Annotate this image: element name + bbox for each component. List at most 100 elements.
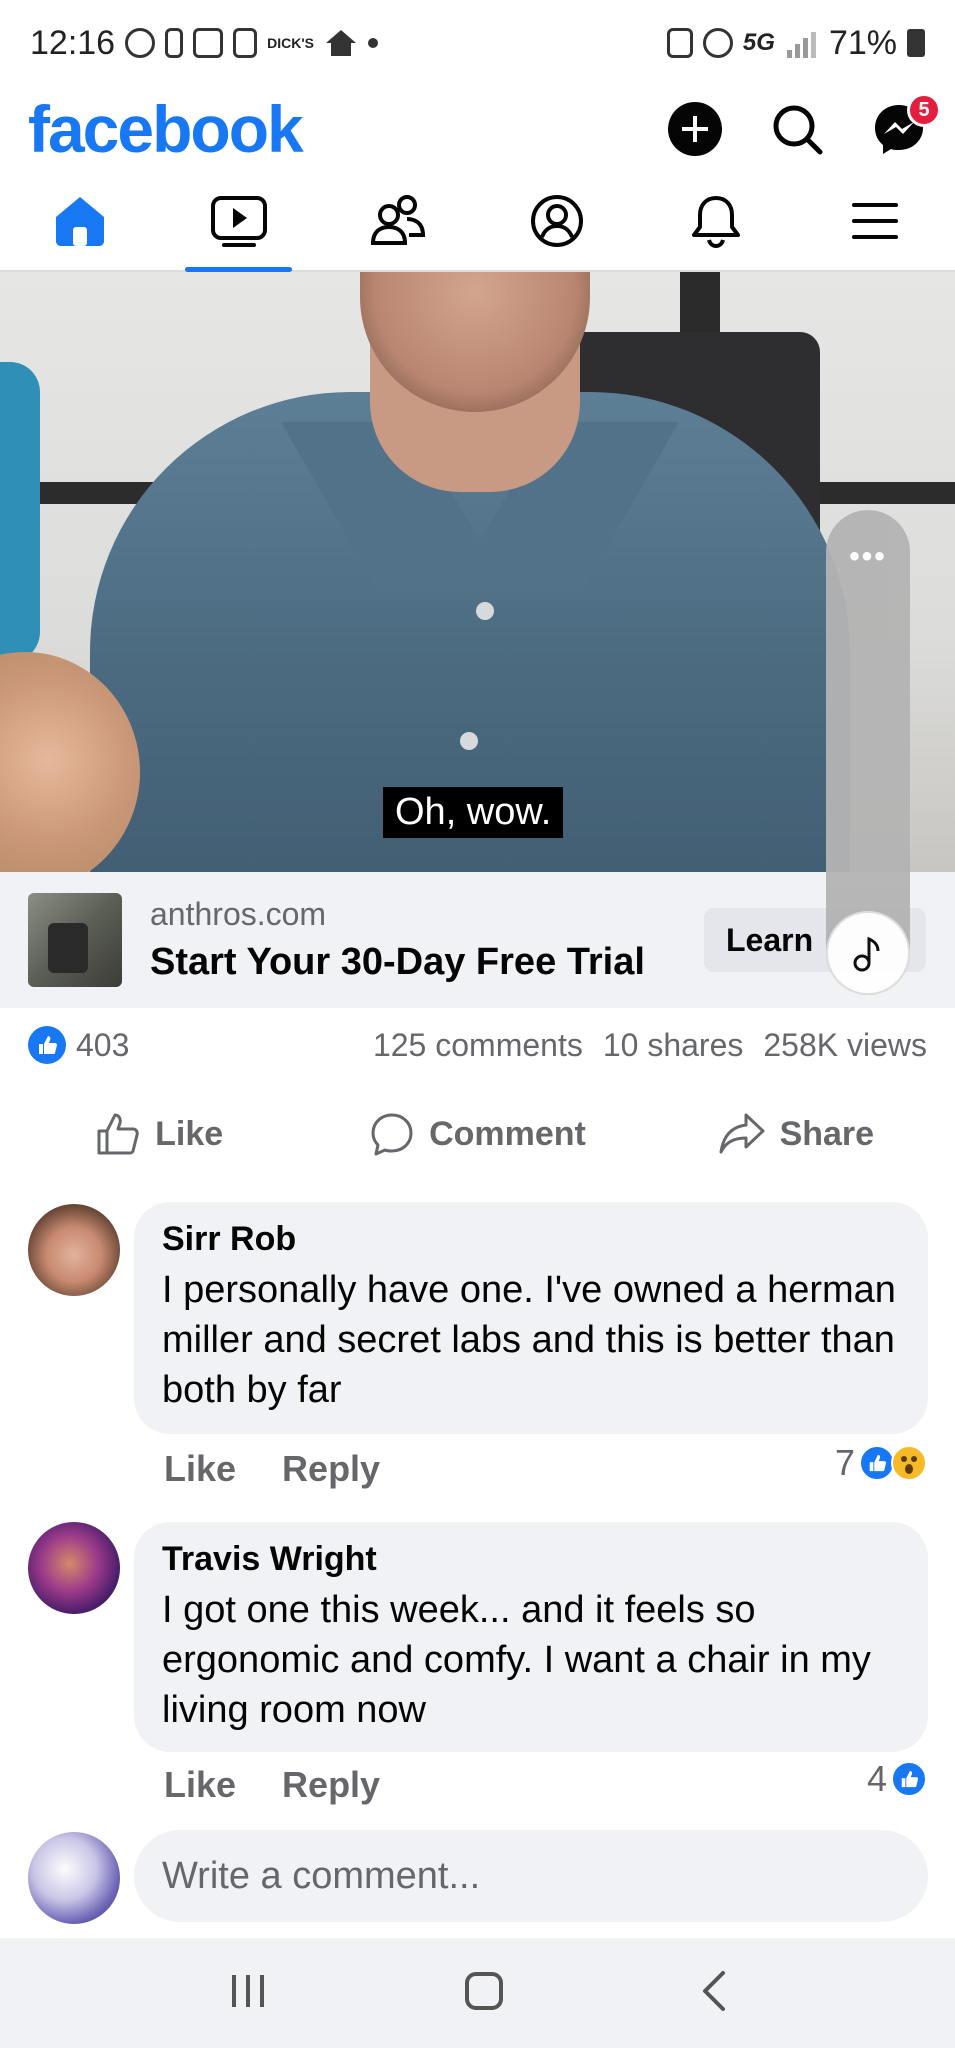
friends-icon [370, 195, 425, 245]
facebook-logo[interactable]: facebook [28, 91, 304, 167]
music-note-icon [853, 936, 880, 972]
thumbs-up-icon [97, 1113, 139, 1155]
share-icon [719, 1113, 765, 1154]
main-nav [0, 172, 955, 272]
video-shirt-button [476, 602, 494, 620]
status-right: 5G 71% [666, 23, 925, 63]
chat-notification-icon [125, 28, 156, 58]
comment-bubble[interactable]: Travis Wright I got one this week... and… [134, 1522, 928, 1752]
commenter-avatar[interactable] [28, 1204, 120, 1296]
card-notification-icon [193, 28, 224, 58]
tab-menu[interactable] [796, 172, 955, 270]
battery-percent: 71% [828, 23, 897, 62]
home-nav-button[interactable] [462, 1969, 506, 2018]
recent-apps-button[interactable] [226, 1971, 270, 2016]
like-reaction-icon [891, 1761, 927, 1797]
like-reaction-icon [28, 1026, 66, 1064]
home-square-icon [465, 1971, 504, 2010]
more-options-icon[interactable]: ••• [826, 540, 910, 574]
more-notifications-icon [367, 38, 378, 48]
comment-reply-button[interactable]: Reply [282, 1764, 380, 1806]
tab-friends[interactable] [318, 172, 477, 270]
back-button[interactable] [699, 1969, 729, 2018]
profile-icon [531, 195, 584, 247]
network-label: 5G [742, 29, 775, 56]
signal-icon [786, 32, 816, 58]
comment-actions: Like Reply [164, 1764, 380, 1806]
comment-reaction-count: 4 [866, 1758, 887, 1799]
ad-domain: anthros.com [150, 896, 327, 932]
like-label: Like [155, 1114, 224, 1153]
nfc-icon [666, 28, 693, 58]
video-side-menu[interactable]: ••• [826, 510, 910, 995]
tab-home[interactable] [0, 172, 159, 270]
comment-actions: Like Reply [164, 1448, 380, 1490]
comment-reply-button[interactable]: Reply [282, 1448, 380, 1490]
comment-like-button[interactable]: Like [164, 1448, 236, 1490]
alarm-icon [702, 28, 733, 58]
back-icon [702, 1970, 725, 2011]
video-shirt-button [460, 732, 478, 750]
video-blue-object [0, 362, 40, 662]
home-icon [55, 197, 104, 246]
ad-title: Start Your 30-Day Free Trial [150, 941, 645, 983]
messenger-button[interactable]: 5 [871, 93, 941, 157]
comment-icon [371, 1113, 413, 1156]
commenter-avatar[interactable] [28, 1522, 120, 1614]
commenter-name[interactable]: Travis Wright [162, 1540, 900, 1579]
wow-reaction-icon [891, 1445, 927, 1481]
music-button[interactable] [826, 911, 910, 995]
ad-thumbnail[interactable] [28, 893, 122, 987]
post-actions: Like Comment Share [0, 1096, 955, 1172]
messenger-badge: 5 [907, 93, 941, 127]
comment-button[interactable]: Comment [318, 1111, 636, 1157]
clock: 12:16 [30, 23, 116, 62]
comment-item: Travis Wright I got one this week... and… [0, 1522, 955, 1822]
search-button[interactable] [769, 101, 825, 157]
video-player[interactable]: Oh, wow. [0, 272, 955, 872]
comment-text: I personally have one. I've owned a herm… [162, 1269, 896, 1411]
comment-item: Sirr Rob I personally have one. I've own… [0, 1202, 955, 1502]
plus-icon [668, 102, 722, 156]
like-reaction-icon [859, 1445, 895, 1481]
app-notification-icon [165, 28, 184, 58]
tab-notifications[interactable] [637, 172, 796, 270]
home-notification-icon [325, 30, 356, 56]
comments-count[interactable]: 125 comments [373, 1027, 583, 1064]
system-navigation-bar [0, 1938, 955, 2048]
comment-reaction-count: 7 [834, 1442, 855, 1483]
create-button[interactable] [667, 101, 723, 157]
comment-reactions[interactable]: 7 [835, 1442, 927, 1484]
write-comment-row: Write a comment... [0, 1830, 955, 1926]
tab-profile[interactable] [478, 172, 637, 270]
reaction-count[interactable]: 403 [76, 1027, 129, 1064]
comment-text: I got one this week... and it feels so e… [162, 1589, 871, 1731]
video-icon [210, 196, 267, 247]
status-bar: 12:16 DICK'S 5G 71% [0, 0, 955, 86]
comment-bubble[interactable]: Sirr Rob I personally have one. I've own… [134, 1202, 928, 1434]
bell-icon [692, 196, 741, 249]
shopify-icon [233, 28, 258, 58]
post-stats: 403 125 comments 10 shares 258K views [0, 1008, 955, 1082]
share-label: Share [779, 1114, 875, 1153]
shares-count[interactable]: 10 shares [603, 1027, 744, 1064]
comment-reactions[interactable]: 4 [867, 1758, 927, 1800]
share-button[interactable]: Share [637, 1111, 955, 1157]
status-left: 12:16 DICK'S [30, 24, 378, 63]
tab-video[interactable] [159, 172, 318, 272]
header-actions: 5 [667, 93, 941, 157]
video-caption: Oh, wow. [383, 787, 564, 838]
commenter-name[interactable]: Sirr Rob [162, 1220, 900, 1259]
like-button[interactable]: Like [0, 1111, 318, 1157]
app-header: facebook 5 [0, 86, 955, 172]
user-avatar[interactable] [28, 1832, 120, 1924]
ad-bar[interactable]: anthros.com Start Your 30-Day Free Trial… [0, 872, 955, 1008]
search-icon [773, 105, 823, 155]
dicks-icon: DICK'S [267, 35, 314, 51]
recent-apps-icon [232, 1974, 265, 2007]
write-comment-input[interactable]: Write a comment... [134, 1830, 928, 1922]
comment-like-button[interactable]: Like [164, 1764, 236, 1806]
ad-text: anthros.com Start Your 30-Day Free Trial [150, 896, 645, 984]
menu-icon [852, 203, 899, 239]
battery-icon [907, 29, 925, 57]
